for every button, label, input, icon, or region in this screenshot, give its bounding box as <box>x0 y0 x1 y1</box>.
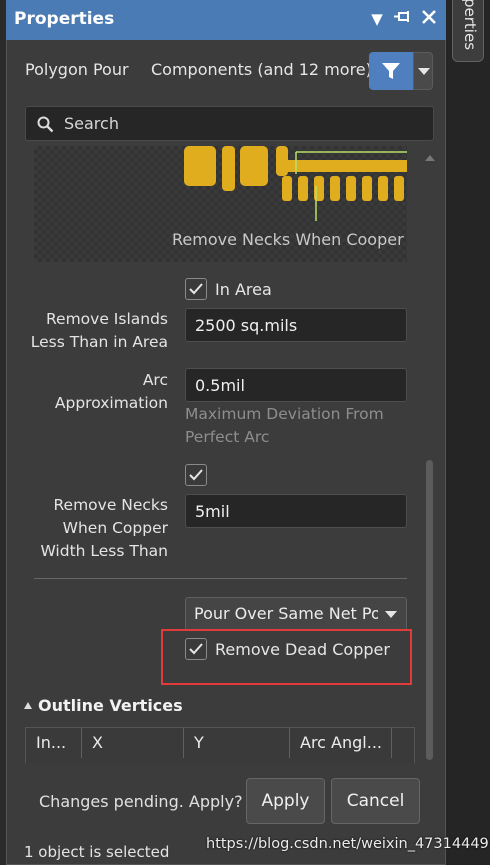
checkmark-icon <box>189 283 203 295</box>
arc-approximation-field[interactable]: 0.5mil <box>185 368 407 402</box>
arc-hint-line2: Perfect Arc <box>185 428 270 446</box>
chevron-down-icon <box>418 68 430 75</box>
remove-necks-label: Remove Necks When Copper Width Less Than <box>30 494 168 563</box>
remove-islands-label: Remove Islands Less Than in Area <box>30 308 168 354</box>
remove-islands-label-line2: Less Than in Area <box>30 333 168 351</box>
panel-titlebar: Properties ▼ <box>6 0 446 40</box>
necks-label-line3: Width Less Than <box>40 542 168 560</box>
column-header-x[interactable]: X <box>82 728 184 758</box>
in-area-checkbox[interactable] <box>185 278 207 300</box>
filter-icon <box>382 63 400 79</box>
properties-side-tab[interactable]: perties <box>452 0 484 62</box>
arc-approximation-label: Arc Approximation <box>30 369 168 415</box>
filter-scope-label[interactable]: Components (and 12 more) <box>151 60 372 79</box>
column-header-y[interactable]: Y <box>184 728 290 758</box>
chevron-down-icon <box>385 611 397 618</box>
pour-mode-value: Pour Over Same Net Po <box>194 604 378 623</box>
close-icon[interactable] <box>420 10 438 28</box>
pour-mode-select[interactable]: Pour Over Same Net Po <box>185 597 407 631</box>
necks-label-line1: Remove Necks <box>53 496 168 514</box>
section-divider <box>34 578 407 579</box>
search-input[interactable]: Search <box>25 106 434 141</box>
vertical-scrollbar[interactable] <box>426 460 433 760</box>
column-header-arc-angle[interactable]: Arc Angl... <box>290 728 392 758</box>
arc-label-line1: Arc <box>142 371 168 389</box>
arc-label-line2: Approximation <box>54 394 168 412</box>
panel-title: Properties <box>14 9 115 29</box>
necks-label-line2: When Copper <box>62 519 168 537</box>
remove-necks-field[interactable]: 5mil <box>185 494 407 528</box>
scroll-up-icon[interactable] <box>425 155 435 161</box>
in-area-label: In Area <box>215 280 272 299</box>
pin-icon[interactable] <box>394 10 412 28</box>
side-tab-label: perties <box>461 0 479 51</box>
outline-vertices-title: Outline Vertices <box>38 696 183 715</box>
arc-hint-line1: Maximum Deviation From <box>185 405 384 423</box>
triangle-up-icon <box>24 702 32 709</box>
arc-hint: Maximum Deviation From Perfect Arc <box>185 403 384 449</box>
apply-button[interactable]: Apply <box>246 778 325 824</box>
arc-approximation-value: 0.5mil <box>195 376 245 395</box>
remove-necks-checkbox[interactable] <box>185 464 207 486</box>
preview-caption: Remove Necks When Cooper <box>172 230 404 249</box>
triangle-down-icon[interactable]: ▼ <box>368 10 386 28</box>
checkmark-icon <box>189 469 203 481</box>
changes-pending-text: Changes pending. Apply? <box>39 792 243 811</box>
selection-status: 1 object is selected <box>24 843 170 861</box>
outline-vertices-table: In... X Y Arc Angl... <box>25 727 415 763</box>
cancel-button[interactable]: Cancel <box>331 778 420 824</box>
highlight-box <box>161 629 412 685</box>
right-dock-strip <box>446 0 490 865</box>
filter-button[interactable] <box>369 52 413 90</box>
remove-islands-value: 2500 sq.mils <box>195 316 298 335</box>
search-icon <box>37 116 54 133</box>
column-header-index[interactable]: In... <box>26 728 82 758</box>
search-placeholder: Search <box>64 114 119 133</box>
outline-vertices-header[interactable]: Outline Vertices <box>24 696 183 715</box>
watermark-text: https://blog.csdn.net/weixin_47314449 <box>206 836 489 852</box>
remove-necks-value: 5mil <box>195 502 230 521</box>
filter-dropdown-button[interactable] <box>413 52 433 90</box>
object-type-label: Polygon Pour <box>25 60 129 79</box>
remove-islands-label-line1: Remove Islands <box>45 310 168 328</box>
remove-islands-field[interactable]: 2500 sq.mils <box>185 308 407 342</box>
neck-preview-image: Remove Necks When Cooper <box>34 146 407 262</box>
